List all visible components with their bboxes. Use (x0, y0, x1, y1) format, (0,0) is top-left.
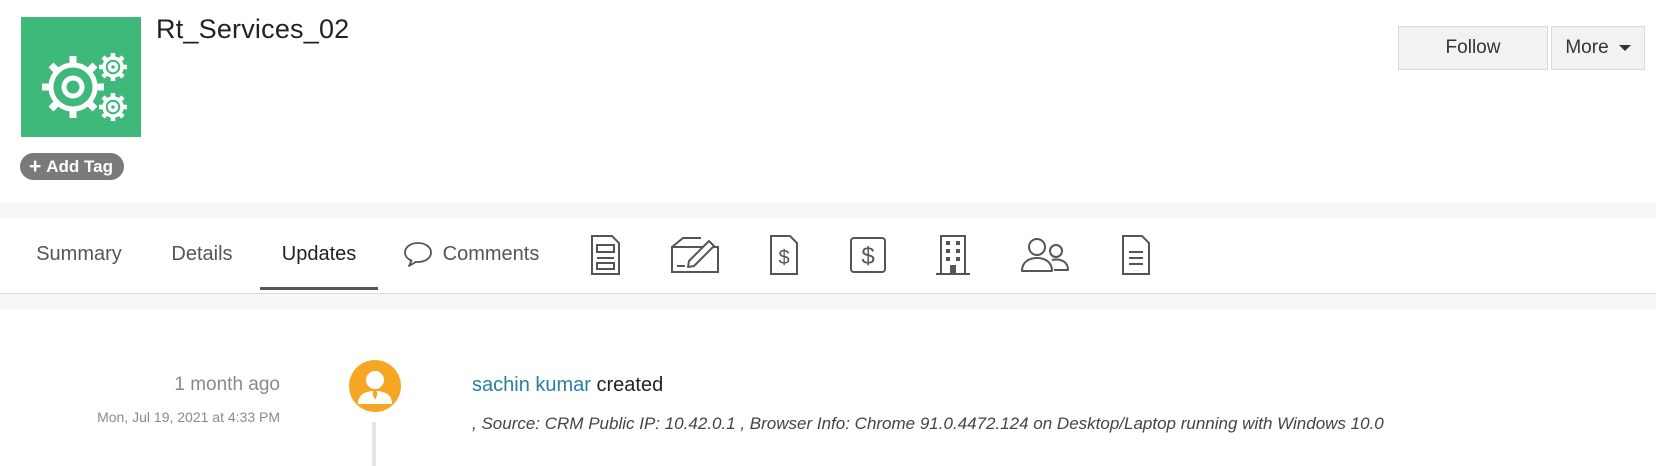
contacts-icon (1021, 238, 1069, 272)
svg-text:$: $ (861, 243, 874, 270)
tab-accounts[interactable] (925, 230, 981, 280)
dollar-icon: $ (850, 237, 886, 273)
tab-contracts[interactable] (667, 230, 723, 280)
note-icon (1122, 235, 1150, 275)
activity-details: , Source: CRM Public IP: 10.42.0.1 , Bro… (472, 414, 1384, 433)
activity-action: created (596, 374, 664, 396)
tab-comments-label: Comments (442, 242, 540, 265)
tab-summary[interactable]: Summary (20, 218, 138, 290)
tab-updates[interactable]: Updates (260, 218, 378, 290)
divider-band (0, 203, 1656, 218)
follow-button[interactable]: Follow (1398, 26, 1548, 70)
add-tag-label: Add Tag (46, 156, 113, 176)
tab-details[interactable]: Details (152, 218, 252, 290)
timeline-line (372, 422, 376, 466)
add-tag-button[interactable]: + Add Tag (20, 153, 124, 180)
updates-timeline: 1 month ago Mon, Jul 19, 2021 at 4:33 PM… (0, 310, 1656, 466)
relative-time: 1 month ago (174, 374, 280, 395)
record-header: Rt_Services_02 + Add Tag Follow More (0, 0, 1656, 203)
divider-band (0, 294, 1656, 310)
timestamp: Mon, Jul 19, 2021 at 4:33 PM (97, 409, 280, 425)
record-avatar (21, 17, 141, 137)
tab-payments[interactable]: $ (840, 230, 896, 280)
avatar (349, 360, 401, 412)
more-button[interactable]: More (1551, 26, 1645, 70)
speech-bubble-icon (403, 242, 432, 267)
record-title: Rt_Services_02 (156, 14, 350, 44)
more-label: More (1565, 37, 1609, 58)
gears-icon (42, 53, 127, 121)
user-link[interactable]: sachin kumar (472, 374, 591, 396)
document-icon (591, 235, 620, 275)
user-icon (358, 371, 392, 404)
tab-bar: Summary Details Updates Comments $ $ (0, 218, 1656, 294)
activity-line: sachin kumar created (472, 374, 663, 397)
svg-text:$: $ (778, 247, 789, 269)
tab-quotes[interactable] (577, 230, 633, 280)
plus-icon: + (29, 155, 42, 178)
tab-comments[interactable]: Comments (396, 218, 546, 290)
tab-notes[interactable] (1108, 230, 1164, 280)
chevron-down-icon (1618, 45, 1631, 51)
building-icon (936, 235, 970, 275)
invoice-icon: $ (770, 235, 798, 275)
tab-invoices[interactable]: $ (756, 230, 812, 280)
sign-document-icon (671, 237, 719, 273)
tab-contacts[interactable] (1017, 230, 1073, 280)
